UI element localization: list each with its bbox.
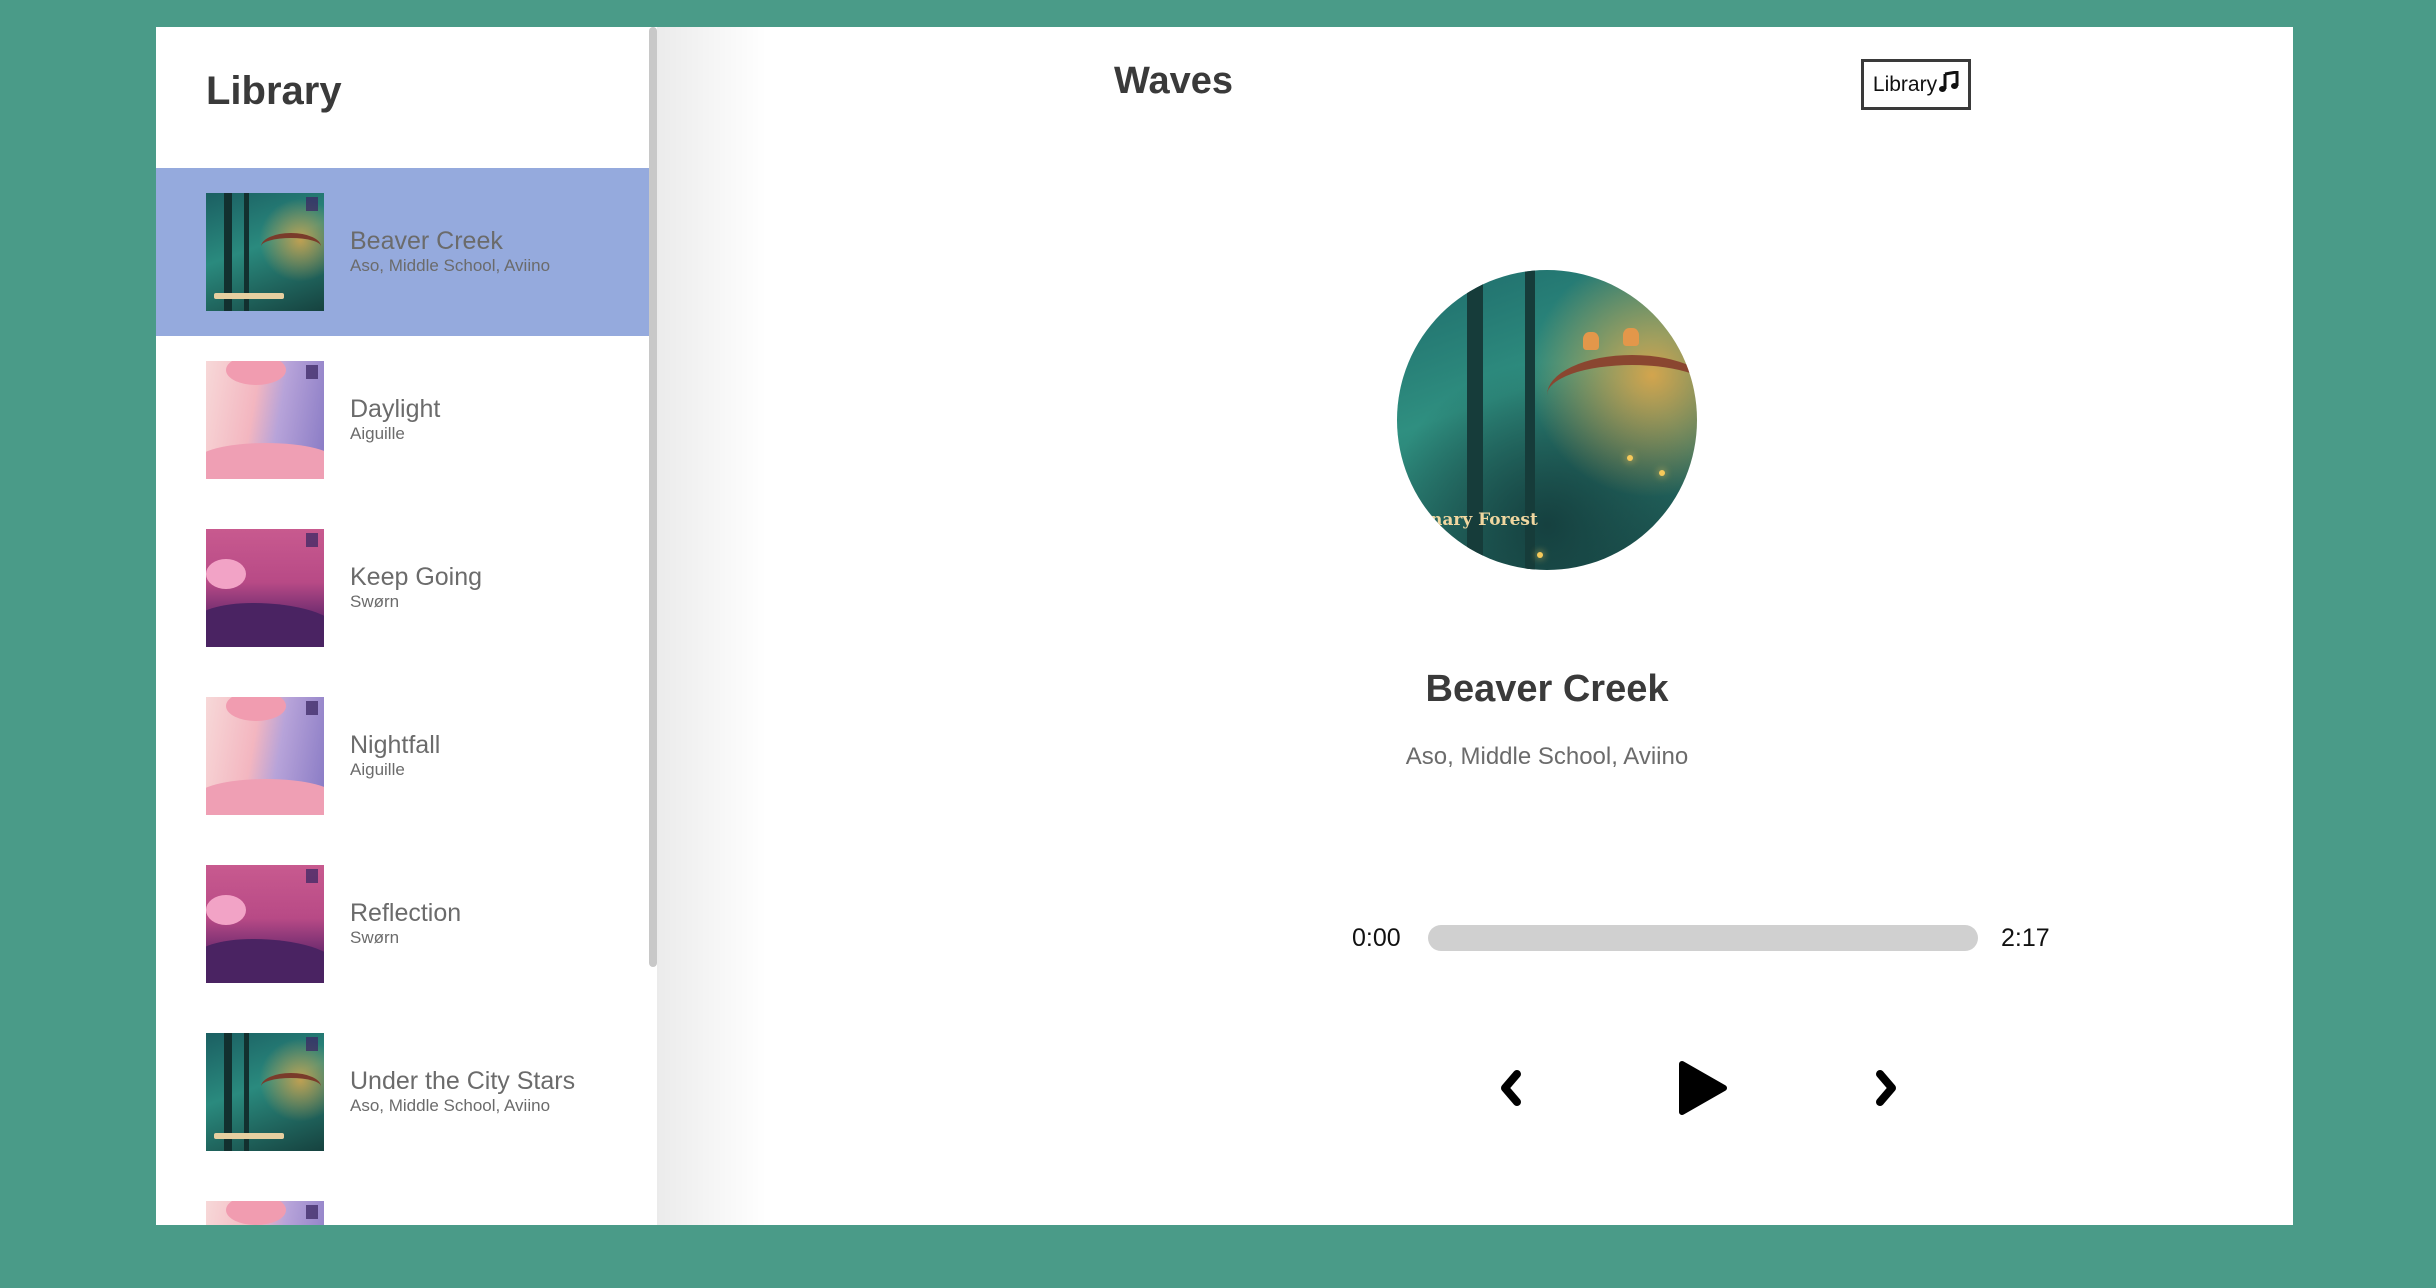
song-name: Under the City Stars bbox=[350, 1067, 576, 1095]
pink-sky-cover bbox=[206, 697, 324, 815]
song-artist: Aso, Middle School, Aviino bbox=[350, 256, 551, 275]
album-art: anary Forest bbox=[1397, 270, 1697, 570]
pink-sky-cover bbox=[206, 1201, 324, 1225]
album-art-caption: anary Forest bbox=[1419, 510, 1538, 530]
song-item-nightfall[interactable]: Nightfall Aiguille bbox=[156, 672, 649, 840]
pink-sky-cover bbox=[206, 361, 324, 479]
song-item-under-the-city-stars[interactable]: Under the City Stars Aso, Middle School,… bbox=[156, 1008, 649, 1176]
song-artist: Aiguille bbox=[350, 760, 405, 779]
library-panel: Library Beaver Creek Aso, Middle School,… bbox=[156, 27, 657, 1225]
canary-forest-cover bbox=[206, 1033, 324, 1151]
now-playing-title: Beaver Creek bbox=[1425, 668, 1669, 710]
song-name: Beaver Creek bbox=[350, 227, 503, 255]
brand-title: Waves bbox=[1114, 60, 1233, 102]
total-time: 2:17 bbox=[2001, 924, 2050, 952]
app-window: Library Beaver Creek Aso, Middle School,… bbox=[156, 27, 2293, 1225]
now-playing-artist: Aso, Middle School, Aviino bbox=[1405, 743, 1689, 770]
song-artist: Swørn bbox=[350, 928, 400, 947]
library-toggle-button[interactable]: Library bbox=[1861, 59, 1971, 110]
next-button[interactable] bbox=[1874, 1069, 1898, 1107]
song-list[interactable]: Beaver Creek Aso, Middle School, Aviino … bbox=[156, 168, 649, 1225]
magenta-lake-cover bbox=[206, 865, 324, 983]
song-artist: Aiguille bbox=[350, 424, 405, 443]
library-shadow bbox=[657, 27, 767, 1225]
chevron-right-icon bbox=[1874, 1069, 1898, 1107]
song-name: Daylight bbox=[350, 395, 441, 423]
canary-forest-cover bbox=[206, 193, 324, 311]
song-artist: Swørn bbox=[350, 592, 400, 611]
song-item-reflection[interactable]: Reflection Swørn bbox=[156, 840, 649, 1008]
song-item-keep-going[interactable]: Keep Going Swørn bbox=[156, 504, 649, 672]
play-button[interactable] bbox=[1676, 1060, 1728, 1116]
magenta-lake-cover bbox=[206, 529, 324, 647]
chevron-left-icon bbox=[1499, 1069, 1523, 1107]
library-scrollbar[interactable] bbox=[649, 27, 657, 967]
seek-bar[interactable] bbox=[1428, 925, 1978, 951]
play-icon bbox=[1676, 1060, 1728, 1116]
library-button-label: Library bbox=[1872, 72, 1938, 96]
song-item-daylight[interactable]: Daylight Aiguille bbox=[156, 336, 649, 504]
song-artist: Aso, Middle School, Aviino bbox=[350, 1096, 551, 1115]
previous-button[interactable] bbox=[1499, 1069, 1523, 1107]
song-name: Nightfall bbox=[350, 731, 441, 759]
song-name: Keep Going bbox=[350, 563, 483, 591]
library-title: Library bbox=[206, 69, 342, 113]
music-note-icon bbox=[1939, 69, 1959, 99]
song-name: Reflection bbox=[350, 899, 462, 927]
song-item-beaver-creek[interactable]: Beaver Creek Aso, Middle School, Aviino bbox=[156, 168, 649, 336]
song-item-partial[interactable] bbox=[156, 1176, 649, 1225]
current-time: 0:00 bbox=[1352, 924, 1401, 952]
